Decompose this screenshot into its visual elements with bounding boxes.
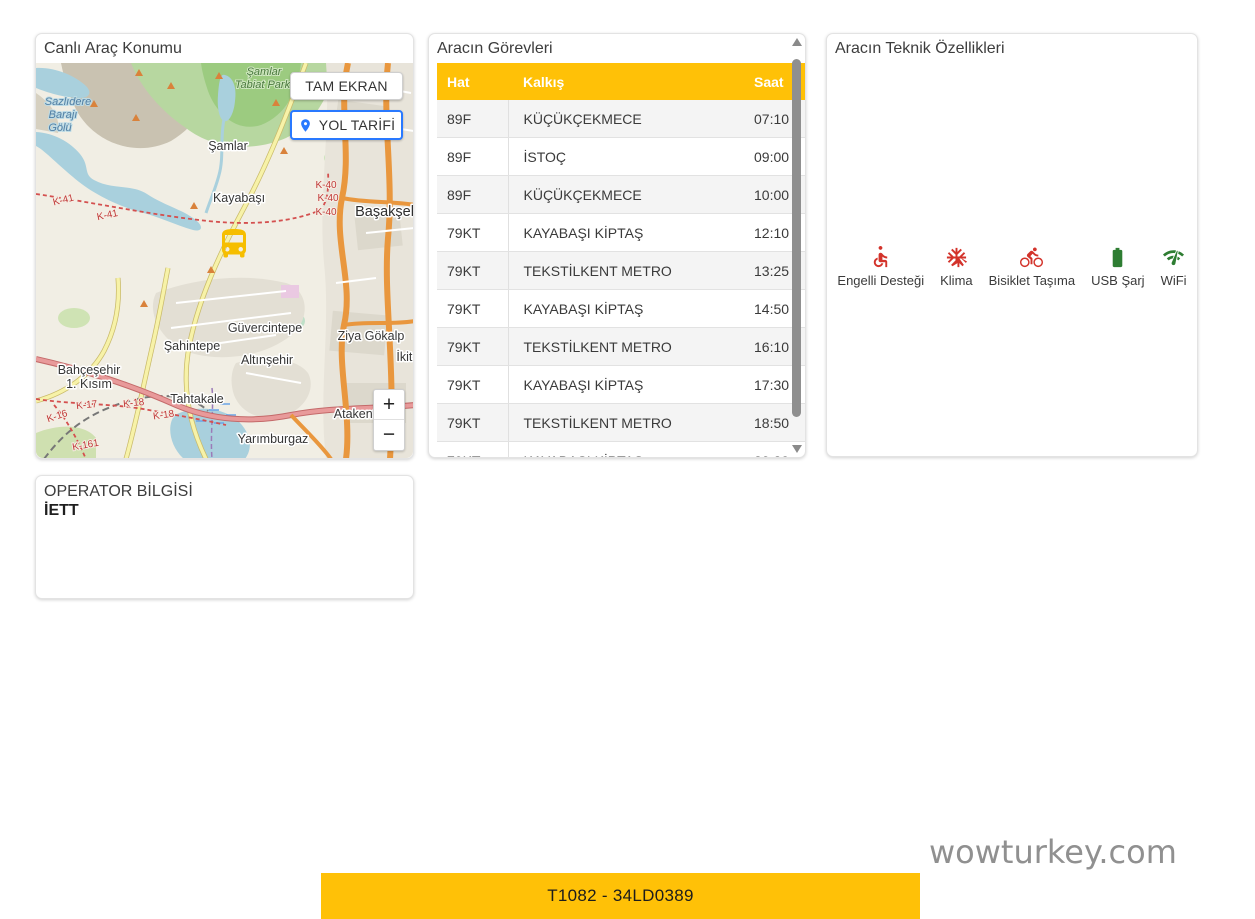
map-zoom-control: + −: [373, 389, 405, 451]
task-line: 79KT: [437, 289, 509, 328]
task-line: 79KT: [437, 213, 509, 252]
task-row: 79KT KAYABAŞI KİPTAŞ 14:50: [437, 289, 805, 328]
task-departure: TEKSTİLKENT METRO: [508, 403, 754, 442]
svg-text:Sazlıdere: Sazlıdere: [45, 96, 91, 108]
task-line: 89F: [437, 100, 509, 138]
live-location-card: Canlı Araç Konumu Şamlar Tabiat Parkı Sa…: [35, 33, 414, 459]
feature-item: Engelli Desteği: [837, 246, 924, 288]
vehicle-id-bar: T1082 - 34LD0389: [321, 873, 920, 919]
task-row: 79KT KAYABAŞI KİPTAŞ 12:10: [437, 213, 805, 252]
watermark: wowturkey.com: [929, 833, 1177, 871]
scroll-up-icon[interactable]: [791, 38, 802, 46]
operator-name: İETT: [44, 502, 79, 519]
feature-item: Bisiklet Taşıma: [989, 246, 1075, 288]
task-departure: İSTOÇ: [508, 137, 754, 176]
svg-text:Gölü: Gölü: [48, 122, 71, 134]
svg-text:Tahtakale: Tahtakale: [170, 392, 224, 406]
svg-text:Bahçeşehir: Bahçeşehir: [58, 363, 121, 377]
task-row: 89F İSTOÇ 09:00: [437, 137, 805, 176]
svg-text:Başakşehir: Başakşehir: [355, 204, 413, 220]
svg-text:Güvercintepe: Güvercintepe: [228, 321, 302, 335]
feature-label: Klima: [940, 273, 973, 288]
svg-text:Yarımburgaz: Yarımburgaz: [238, 432, 309, 446]
svg-text:K-17: K-17: [76, 399, 99, 412]
directions-button-label: YOL TARİFİ: [318, 117, 396, 133]
task-departure: TEKSTİLKENT METRO: [508, 251, 754, 290]
zoom-out-button[interactable]: −: [374, 420, 404, 450]
fullscreen-button-label: TAM EKRAN: [305, 78, 388, 94]
wifi-icon: [1163, 250, 1185, 266]
task-line: 89F: [437, 137, 509, 176]
task-departure: TEKSTİLKENT METRO: [508, 327, 754, 366]
task-departure: KAYABAŞI KİPTAŞ: [508, 289, 754, 328]
map-pin-icon: [300, 118, 310, 132]
tasks-header-row: Hat Kalkış Saat: [437, 63, 805, 100]
task-row: 89F KÜÇÜKÇEKMECE 07:10: [437, 100, 805, 138]
feature-item: USB Şarj: [1091, 246, 1145, 288]
task-departure: KAYABAŞI KİPTAŞ: [508, 213, 754, 252]
task-row: 79KT KAYABAŞI KİPTAŞ 17:30: [437, 365, 805, 404]
task-line: 79KT: [437, 403, 509, 442]
tasks-table: Hat Kalkış Saat 89F KÜÇÜKÇEKMECE 07:10 89F İ…: [437, 63, 805, 457]
task-row: 79KT TEKSTİLKENT METRO 18:50: [437, 403, 805, 442]
technical-features-card: Aracın Teknik Özellikleri Engelli Desteğ…: [826, 33, 1198, 457]
bicycle-icon: [1020, 247, 1044, 268]
operator-info-card: OPERATOR BİLGİSİ İETT: [35, 475, 414, 599]
wheelchair-icon: [874, 246, 888, 268]
directions-button[interactable]: YOL TARİFİ: [290, 110, 403, 140]
feature-label: Engelli Desteği: [837, 273, 925, 288]
svg-text:Altınşehir: Altınşehir: [241, 353, 293, 367]
svg-text:K-40: K-40: [317, 193, 339, 204]
feature-item: WiFi: [1161, 246, 1187, 288]
fullscreen-button[interactable]: TAM EKRAN: [290, 72, 403, 100]
svg-text:K-40: K-40: [315, 207, 337, 218]
svg-text:Şamlar: Şamlar: [208, 139, 248, 153]
scrollbar-thumb[interactable]: [792, 59, 801, 417]
task-row: 79KT TEKSTİLKENT METRO 16:10: [437, 327, 805, 366]
svg-text:K-40: K-40: [315, 180, 337, 191]
vehicle-id-label: T1082 - 34LD0389: [547, 886, 694, 905]
svg-text:Atakent: Atakent: [334, 407, 377, 421]
svg-text:Barajı: Barajı: [49, 109, 78, 121]
feature-label: USB Şarj: [1091, 273, 1145, 288]
task-departure: KAYABAŞI KİPTAŞ: [508, 365, 754, 404]
scroll-down-icon[interactable]: [791, 445, 802, 453]
task-row: 79KTKAYABAŞI KİPTAŞ20:20: [437, 441, 805, 457]
svg-text:1. Kısım: 1. Kısım: [66, 377, 112, 391]
svg-text:Kayabaşı: Kayabaşı: [213, 191, 265, 205]
task-departure: KÜÇÜKÇEKMECE: [508, 175, 754, 214]
tech-card-title: Aracın Teknik Özellikleri: [835, 40, 1005, 57]
task-line: 89F: [437, 175, 509, 214]
svg-text:Şahintepe: Şahintepe: [164, 339, 220, 353]
svg-text:Şamlar: Şamlar: [247, 66, 283, 78]
map-card-title: Canlı Araç Konumu: [44, 40, 182, 57]
svg-text:Tabiat Parkı: Tabiat Parkı: [235, 79, 293, 91]
bus-marker-icon[interactable]: [216, 226, 252, 262]
column-header-line: Hat: [437, 63, 508, 100]
task-departure: KÜÇÜKÇEKMECE: [508, 100, 754, 138]
task-row: 89F KÜÇÜKÇEKMECE 10:00: [437, 175, 805, 214]
tasks-card-title: Aracın Görevleri: [437, 40, 553, 57]
svg-text:İkitelli: İkitelli: [396, 350, 413, 364]
task-line: 79KT: [437, 251, 509, 290]
task-line: 79KT: [437, 365, 509, 404]
feature-label: WiFi: [1160, 273, 1187, 288]
task-line: 79KT: [437, 327, 509, 366]
feature-label: Bisiklet Taşıma: [988, 273, 1076, 288]
task-line: 79KT: [437, 441, 509, 457]
column-header-departure: Kalkış: [508, 63, 754, 100]
zoom-in-button[interactable]: +: [374, 390, 404, 420]
scrollbar[interactable]: [790, 38, 803, 453]
features-row: Engelli Desteği Klima Bisiklet Taşıma USB Ş…: [827, 246, 1197, 288]
task-departure: KAYABAŞI KİPTAŞ: [508, 441, 754, 457]
snowflake-icon: [946, 247, 967, 268]
feature-item: Klima: [940, 246, 973, 288]
battery-icon: [1113, 247, 1123, 268]
svg-text:K-18: K-18: [123, 397, 146, 410]
svg-text:Ziya Gökalp: Ziya Gökalp: [338, 329, 405, 343]
vehicle-tasks-card: Aracın Görevleri Hat Kalkış Saat 89F KÜÇÜ…: [428, 33, 806, 458]
operator-card-title: OPERATOR BİLGİSİ: [44, 483, 193, 500]
task-row: 79KT TEKSTİLKENT METRO 13:25: [437, 251, 805, 290]
map[interactable]: Şamlar Tabiat Parkı Sazlıdere Barajı Gölü Şam…: [36, 63, 413, 458]
